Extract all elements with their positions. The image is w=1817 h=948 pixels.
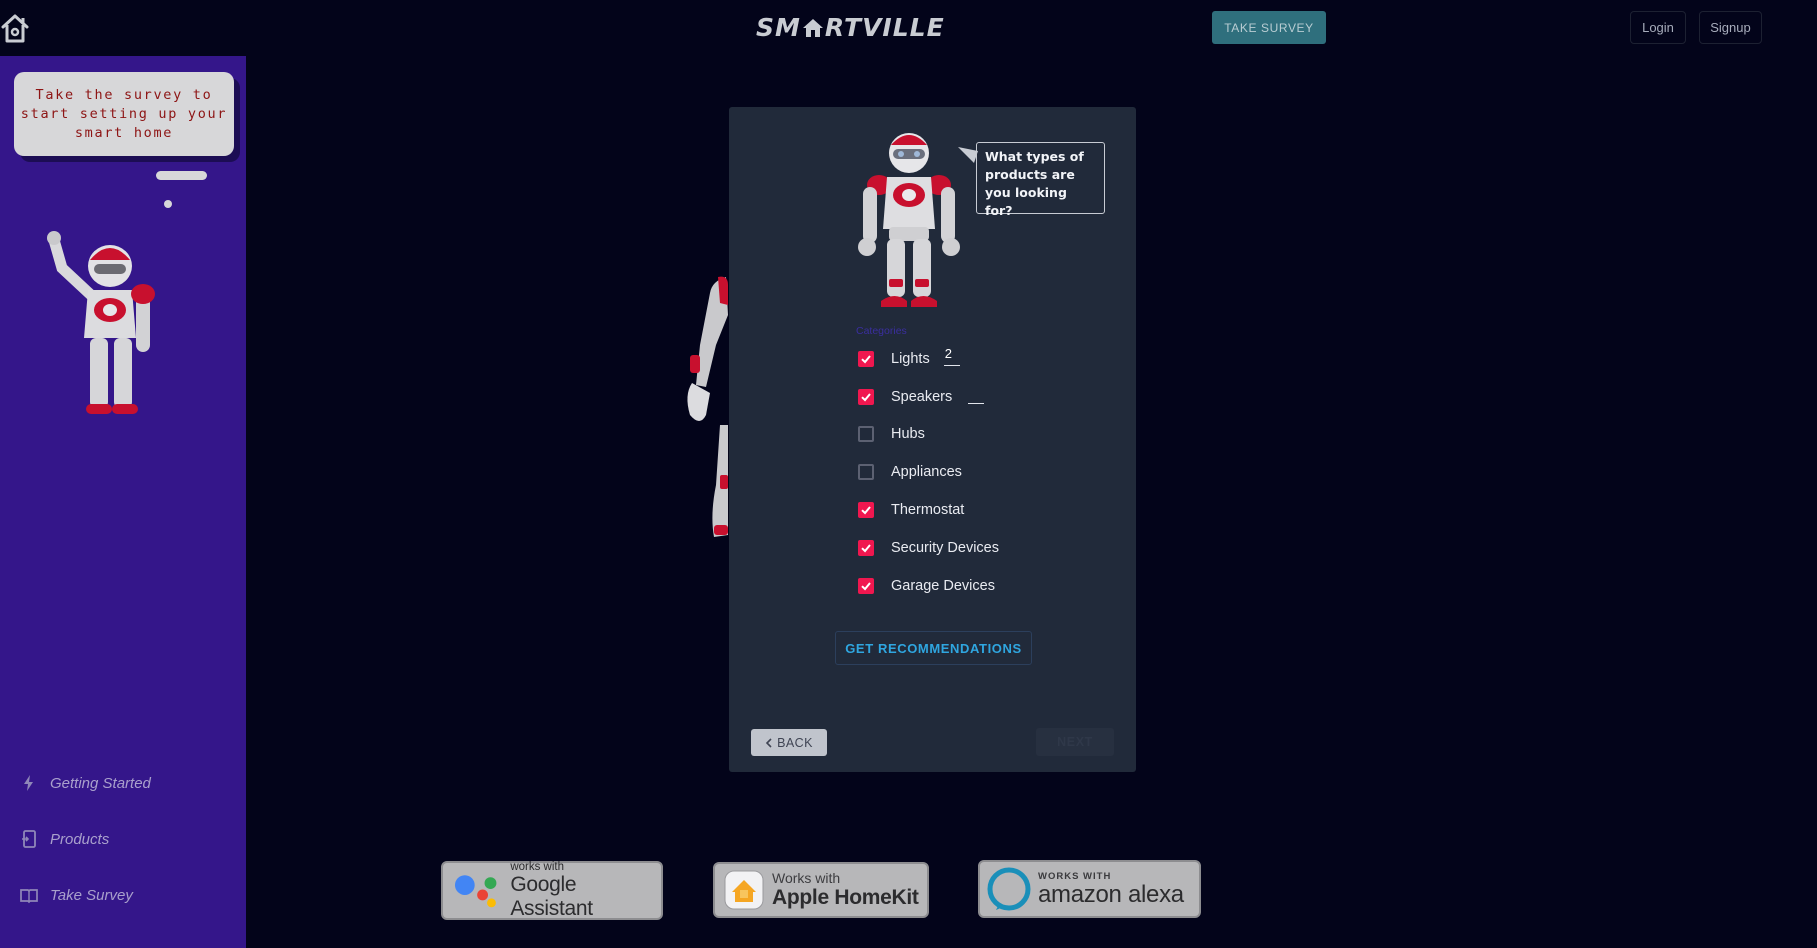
category-speakers[interactable]: Speakers	[856, 378, 999, 416]
chevron-left-icon	[766, 737, 772, 748]
bolt-icon	[24, 775, 33, 791]
speakers-quantity-input[interactable]	[968, 383, 985, 404]
speech-tail-icon	[958, 147, 978, 163]
brand-text-left: SM	[756, 13, 801, 42]
category-label: Lights	[891, 350, 930, 367]
check-icon	[861, 355, 871, 364]
back-label: BACK	[777, 735, 813, 750]
background-robot-image	[687, 276, 728, 537]
category-label: Hubs	[891, 426, 925, 443]
brand-logo[interactable]: SM RTVILLE	[756, 13, 945, 42]
device-icon	[22, 830, 36, 848]
login-button[interactable]: Login	[1630, 11, 1686, 44]
survey-modal: What types of products are you looking f…	[729, 107, 1136, 772]
check-icon	[861, 582, 871, 591]
category-label: Thermostat	[891, 502, 965, 519]
take-survey-button[interactable]: TAKE SURVEY	[1212, 11, 1326, 44]
robot-illustration	[47, 231, 155, 414]
category-label: Garage Devices	[891, 577, 995, 594]
robot-avatar	[858, 133, 960, 307]
nav-take-survey[interactable]: Take Survey	[20, 881, 133, 909]
category-label: Speakers	[891, 388, 953, 405]
lights-quantity-input[interactable]	[943, 345, 960, 366]
apple-homekit-badge[interactable]: Works with Apple HomeKit	[713, 862, 929, 918]
check-icon	[861, 393, 871, 402]
speakers-checkbox[interactable]	[858, 388, 874, 405]
amazon-alexa-badge[interactable]: WORKS WITH amazon alexa	[978, 860, 1201, 918]
badge-big-text: Google Assistant	[510, 872, 593, 920]
sidebar: Take the survey to start setting up your…	[0, 56, 246, 948]
hubs-checkbox[interactable]	[858, 426, 874, 443]
category-thermostat[interactable]: Thermostat	[856, 491, 999, 529]
category-lights[interactable]: Lights	[856, 340, 999, 378]
thermostat-checkbox[interactable]	[858, 502, 874, 519]
check-icon	[861, 506, 871, 515]
category-label: Appliances	[891, 464, 962, 481]
homekit-icon	[724, 870, 764, 910]
categories-label: Categories	[856, 325, 907, 337]
category-security-devices[interactable]: Security Devices	[856, 529, 999, 567]
house-logo-icon	[802, 18, 823, 37]
badge-big-text: Apple HomeKit	[772, 885, 919, 909]
nav-products[interactable]: Products	[20, 825, 109, 853]
check-icon	[861, 544, 871, 553]
lights-checkbox[interactable]	[858, 350, 874, 367]
badge-small-text: works with	[510, 860, 564, 873]
home-icon	[1, 14, 29, 43]
nav-label: Getting Started	[50, 774, 151, 792]
nav-getting-started[interactable]: Getting Started	[20, 769, 151, 797]
category-hubs[interactable]: Hubs	[856, 416, 999, 454]
next-button[interactable]: NEXT	[1036, 728, 1114, 756]
category-list: Lights Speakers Hubs Appliances Thermost…	[856, 340, 999, 605]
google-assistant-badge[interactable]: works with Google Assistant	[441, 861, 663, 920]
badge-small-text: Works with	[772, 869, 841, 886]
category-appliances[interactable]: Appliances	[856, 453, 999, 491]
category-label: Security Devices	[891, 539, 999, 556]
nav-label: Take Survey	[50, 886, 133, 904]
book-icon	[20, 889, 38, 904]
google-assistant-icon	[454, 874, 497, 907]
thought-dot-large	[156, 171, 207, 180]
appliances-checkbox[interactable]	[858, 464, 874, 481]
brand-text-right: RTVILLE	[824, 13, 945, 42]
signup-button[interactable]: Signup	[1699, 11, 1762, 44]
thought-bubble: Take the survey to start setting up your…	[14, 72, 234, 156]
security-devices-checkbox[interactable]	[858, 539, 874, 556]
nav-label: Products	[50, 830, 110, 848]
get-recommendations-button[interactable]: GET RECOMMENDATIONS	[835, 631, 1032, 665]
home-button[interactable]	[0, 10, 32, 44]
badge-big-text: amazon alexa	[1038, 881, 1184, 908]
category-garage-devices[interactable]: Garage Devices	[856, 567, 999, 605]
back-button[interactable]: BACK	[751, 729, 827, 756]
garage-devices-checkbox[interactable]	[858, 577, 874, 594]
robot-question: What types of products are you looking f…	[976, 142, 1105, 218]
alexa-icon	[987, 867, 1031, 911]
